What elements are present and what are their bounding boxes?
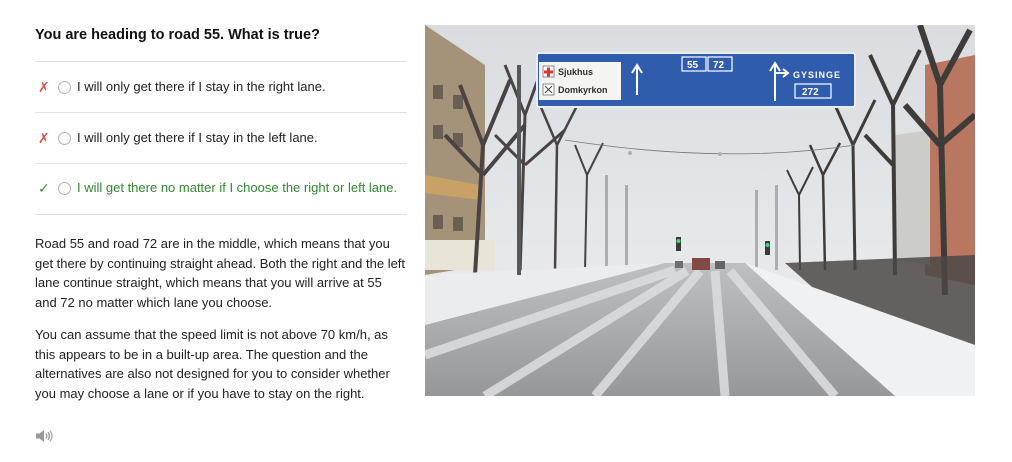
answer-label: I will only get there if I stay in the r…: [77, 79, 326, 94]
answer-label: I will only get there if I stay in the l…: [77, 130, 318, 145]
incorrect-mark-icon: ✗: [38, 79, 50, 95]
incorrect-mark-icon: ✗: [38, 130, 50, 146]
correct-mark-icon: ✓: [38, 180, 50, 196]
answer-label: I will get there no matter if I choose t…: [77, 180, 398, 195]
road-photo: Sjukhus Domkyrkon 55 72 GYSINGE 272: [425, 25, 975, 396]
question-title: You are heading to road 55. What is true…: [35, 27, 320, 43]
radio-button[interactable]: [58, 81, 71, 94]
question-panel: You are heading to road 55. What is true…: [35, 22, 407, 403]
answer-option-2[interactable]: ✗ I will only get there if I stay in the…: [35, 113, 407, 164]
radio-button[interactable]: [58, 182, 71, 195]
radio-button[interactable]: [58, 132, 71, 145]
explanation-paragraph: You can assume that the speed limit is n…: [35, 327, 390, 401]
answer-option-1[interactable]: ✗ I will only get there if I stay in the…: [35, 62, 407, 113]
explanation-paragraph: Road 55 and road 72 are in the middle, w…: [35, 236, 406, 310]
answer-option-3[interactable]: ✓ I will get there no matter if I choose…: [35, 164, 407, 215]
speaker-icon[interactable]: [35, 429, 53, 443]
